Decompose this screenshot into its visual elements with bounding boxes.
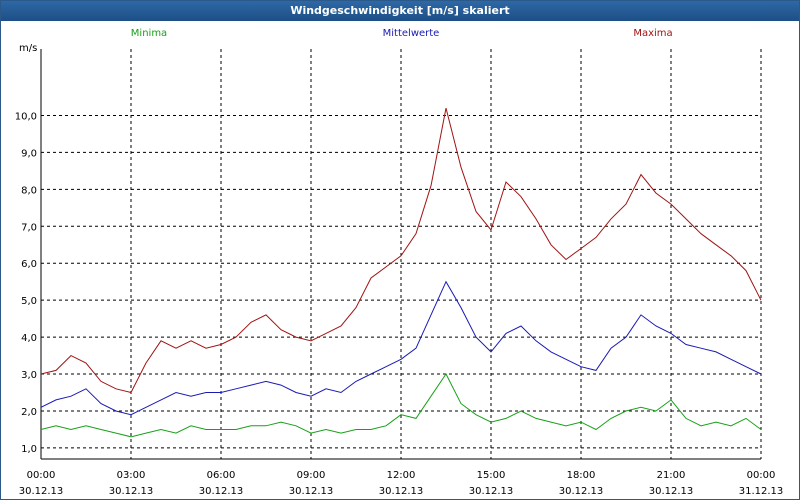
x-tick-label-time: 06:00	[207, 470, 236, 481]
legend-item-maxima: Maxima	[633, 28, 672, 39]
x-tick-label-date: 30.12.13	[649, 486, 694, 497]
y-tick-label: 4,0	[21, 333, 37, 344]
y-tick-label: 3,0	[21, 370, 37, 381]
x-tick-label-time: 21:00	[657, 470, 686, 481]
y-tick-label: 8,0	[21, 185, 37, 196]
x-tick-label-date: 30.12.13	[19, 486, 64, 497]
x-tick-label-date: 30.12.13	[469, 486, 514, 497]
axes: 1,0 2,0 3,0 4,0 5,0 6,0 7,0 8,0 9,0 10,0 00:00 30.1…	[15, 49, 784, 497]
legend-item-minima: Minima	[131, 28, 167, 39]
x-tick-label-date: 30.12.13	[289, 486, 334, 497]
legend-item-mittelwerte: Mittelwerte	[383, 28, 440, 39]
x-tick-label-date: 30.12.13	[109, 486, 154, 497]
x-tick-label-time: 00:00	[27, 470, 56, 481]
x-tick-label-date: 30.12.13	[379, 486, 424, 497]
y-tick-label: 1,0	[21, 444, 37, 455]
chart-title: Windgeschwindigkeit [m/s] skaliert	[1, 1, 799, 21]
x-tick-label-time: 03:00	[117, 470, 146, 481]
x-tick-label-time: 12:00	[387, 470, 416, 481]
x-tick-label-time: 09:00	[297, 470, 326, 481]
y-tick-label: 6,0	[21, 259, 37, 270]
legend: Minima Mittelwerte Maxima	[131, 28, 673, 39]
x-tick-label-date: 31.12.13	[739, 486, 784, 497]
y-axis-label: m/s	[19, 43, 37, 54]
chart-window: Windgeschwindigkeit [m/s] skaliert 1,0 2,…	[0, 0, 800, 500]
x-tick-label-time: 18:00	[567, 470, 596, 481]
x-tick-label-time: 15:00	[477, 470, 506, 481]
y-tick-label: 5,0	[21, 296, 37, 307]
x-tick-label-date: 30.12.13	[199, 486, 244, 497]
x-tick-label-time: 00:00	[747, 470, 776, 481]
y-tick-label: 9,0	[21, 148, 37, 159]
y-tick-label: 2,0	[21, 407, 37, 418]
x-tick-label-date: 30.12.13	[559, 486, 604, 497]
y-tick-label: 10,0	[15, 111, 37, 122]
chart-canvas: 1,0 2,0 3,0 4,0 5,0 6,0 7,0 8,0 9,0 10,0 00:00 30.1…	[15, 28, 784, 497]
grid	[40, 49, 762, 459]
y-tick-label: 7,0	[21, 222, 37, 233]
